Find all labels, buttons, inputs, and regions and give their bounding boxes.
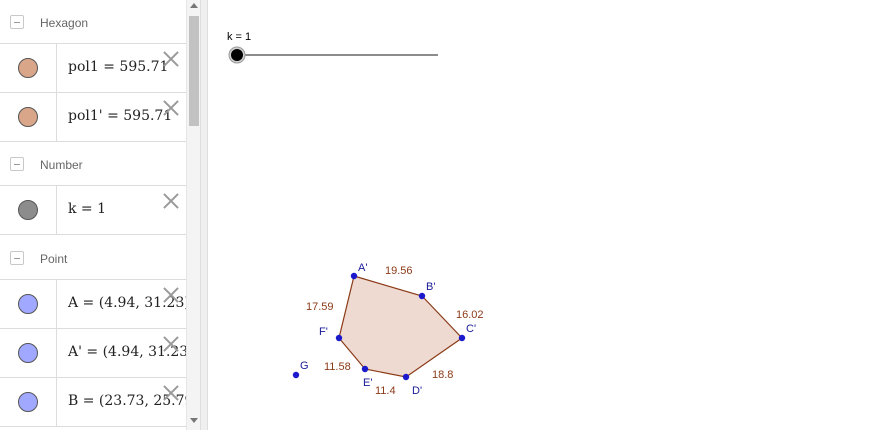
- segment-label-f-a: 17.59: [306, 301, 334, 313]
- point-label-c-prime: C': [466, 323, 476, 335]
- algebra-item-text[interactable]: k = 1: [68, 186, 106, 232]
- marble-cell: [0, 186, 57, 234]
- close-icon[interactable]: [162, 384, 180, 402]
- scrollbar-thumb[interactable]: [189, 16, 199, 126]
- segment-label-d-e: 11.4: [375, 385, 396, 397]
- algebra-item-b[interactable]: B = (23.73, 25.79): [0, 378, 186, 427]
- point-label-b-prime: B': [426, 281, 435, 293]
- point-a-prime[interactable]: [350, 272, 358, 280]
- segment-label-e-f: 11.58: [324, 361, 351, 373]
- visibility-marble-icon[interactable]: [18, 58, 38, 78]
- algebra-view: Hexagon pol1 = 595.71 pol1' = 595.71 Num…: [0, 0, 186, 430]
- marble-cell: [0, 378, 57, 426]
- algebra-item-text[interactable]: pol1 = 595.71: [68, 44, 168, 90]
- marble-cell: [0, 44, 57, 92]
- algebra-item-k[interactable]: k = 1: [0, 186, 186, 235]
- visibility-marble-icon[interactable]: [18, 294, 38, 314]
- scroll-up-arrow-icon[interactable]: [190, 3, 198, 8]
- group-header-point[interactable]: Point: [0, 236, 186, 280]
- segment-label-b-c: 16.02: [456, 309, 484, 321]
- group-header-number[interactable]: Number: [0, 142, 186, 186]
- slider-knob[interactable]: [231, 49, 243, 61]
- algebra-item-pol1[interactable]: pol1 = 595.71: [0, 44, 186, 93]
- algebra-item-a[interactable]: A = (4.94, 31.23): [0, 280, 186, 329]
- group-header-hexagon[interactable]: Hexagon: [0, 0, 186, 44]
- graphics-canvas[interactable]: k = 1 19.56 16.02 18.8 11.4 11.58 17.59 …: [208, 0, 890, 430]
- point-label-a-prime: A': [358, 262, 367, 274]
- point-b-prime[interactable]: [418, 292, 426, 300]
- group-label: Hexagon: [40, 16, 89, 30]
- point-g[interactable]: [292, 371, 300, 379]
- segment-label-c-d: 18.8: [432, 369, 453, 381]
- close-icon[interactable]: [162, 286, 180, 304]
- slider-label: k = 1: [227, 31, 251, 43]
- group-label: Number: [40, 158, 83, 172]
- point-e-prime[interactable]: [361, 365, 369, 373]
- visibility-marble-icon[interactable]: [18, 107, 38, 127]
- algebra-item-pol1-prime[interactable]: pol1' = 595.71: [0, 93, 186, 142]
- algebra-item-text[interactable]: pol1' = 595.71: [68, 93, 172, 139]
- marble-cell: [0, 280, 57, 328]
- close-icon[interactable]: [162, 99, 180, 117]
- point-label-e-prime: E': [363, 377, 372, 389]
- point-c-prime[interactable]: [458, 334, 466, 342]
- point-f-prime[interactable]: [335, 334, 343, 342]
- marble-cell: [0, 93, 57, 141]
- close-icon[interactable]: [162, 50, 180, 68]
- visibility-marble-icon[interactable]: [18, 392, 38, 412]
- graphics-view[interactable]: k = 1 19.56 16.02 18.8 11.4 11.58 17.59 …: [208, 0, 890, 430]
- collapse-icon[interactable]: [10, 15, 24, 29]
- collapse-icon[interactable]: [10, 251, 24, 265]
- polygon-pol1-prime[interactable]: [338, 275, 463, 378]
- visibility-marble-icon[interactable]: [18, 343, 38, 363]
- marble-cell: [0, 329, 57, 377]
- view-divider[interactable]: [200, 0, 208, 430]
- point-label-f-prime: F': [319, 326, 328, 338]
- point-label-d-prime: D': [412, 385, 422, 397]
- point-label-g: G: [300, 360, 309, 372]
- close-icon[interactable]: [162, 335, 180, 353]
- algebra-item-a-prime[interactable]: A' = (4.94, 31.23): [0, 329, 186, 378]
- visibility-marble-icon[interactable]: [18, 200, 38, 220]
- group-label: Point: [40, 252, 68, 266]
- close-icon[interactable]: [162, 192, 180, 210]
- scroll-down-arrow-icon[interactable]: [190, 418, 198, 423]
- collapse-icon[interactable]: [10, 157, 24, 171]
- algebra-scrollbar[interactable]: [186, 0, 200, 430]
- segment-label-a-b: 19.56: [385, 265, 413, 277]
- point-d-prime[interactable]: [402, 373, 410, 381]
